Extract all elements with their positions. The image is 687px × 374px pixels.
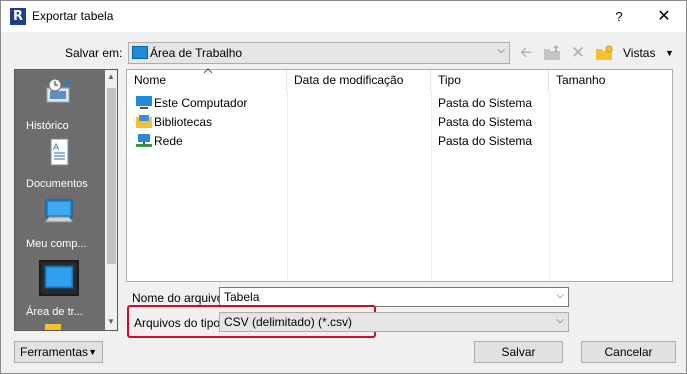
my-computer-icon bbox=[43, 199, 75, 223]
places-scrollbar[interactable]: ▲ ▼ bbox=[105, 70, 117, 330]
export-table-dialog: R Exportar tabela ? ✕ Salvar em: Área de… bbox=[0, 0, 687, 374]
views-menu-button[interactable]: Vistas bbox=[623, 46, 655, 60]
save-in-label: Salvar em: bbox=[65, 46, 123, 60]
file-row[interactable]: Rede Pasta do Sistema bbox=[127, 131, 672, 150]
file-type: Pasta do Sistema bbox=[438, 134, 533, 148]
dropdown-arrow-icon: ▼ bbox=[88, 347, 97, 357]
file-name-input[interactable]: Tabela ⌵ bbox=[219, 287, 569, 307]
file-name-label: Nome do arquivo: bbox=[132, 291, 227, 305]
cancel-button[interactable]: Cancelar bbox=[581, 341, 676, 363]
save-in-dropdown[interactable]: Área de Trabalho ⌵ bbox=[128, 42, 510, 64]
place-desktop[interactable]: Área de tr... bbox=[15, 258, 103, 330]
chevron-down-icon: ⌵ bbox=[497, 45, 505, 56]
column-header-name[interactable]: Nome bbox=[127, 68, 287, 91]
desktop-folder-icon bbox=[132, 46, 148, 59]
column-header-label: Tipo bbox=[438, 73, 461, 87]
column-header-label: Data de modificação bbox=[294, 73, 404, 87]
file-name: Rede bbox=[154, 134, 183, 148]
window-title: Exportar tabela bbox=[32, 9, 114, 23]
place-label: Área de tr... bbox=[26, 306, 83, 318]
file-type-dropdown[interactable]: CSV (delimitado) (*.csv) ⌵ bbox=[219, 312, 569, 332]
delete-icon[interactable]: ✕ bbox=[567, 42, 589, 64]
column-header-label: Nome bbox=[134, 73, 167, 87]
file-row[interactable]: Bibliotecas Pasta do Sistema bbox=[127, 112, 672, 131]
new-folder-icon[interactable] bbox=[593, 42, 615, 64]
tools-button[interactable]: Ferramentas ▼ bbox=[14, 341, 103, 363]
tools-label: Ferramentas bbox=[20, 345, 89, 359]
scrollbar-thumb[interactable] bbox=[107, 88, 116, 264]
history-icon bbox=[46, 78, 71, 103]
documents-icon: A bbox=[50, 138, 69, 166]
chevron-down-icon[interactable]: ⌵ bbox=[556, 290, 564, 301]
column-header-type[interactable]: Tipo bbox=[431, 70, 549, 91]
place-label: Meu comp... bbox=[26, 238, 87, 250]
file-row[interactable]: Este Computador Pasta do Sistema bbox=[127, 93, 672, 112]
scroll-up-icon[interactable]: ▲ bbox=[107, 72, 115, 81]
scroll-down-icon[interactable]: ▼ bbox=[107, 317, 115, 326]
views-dropdown-arrow-icon[interactable]: ▼ bbox=[665, 48, 674, 58]
places-bar: Histórico A Documentos Meu comp... Área … bbox=[14, 69, 118, 331]
file-name: Este Computador bbox=[154, 96, 248, 110]
save-button[interactable]: Salvar bbox=[474, 341, 563, 363]
chevron-down-icon: ⌵ bbox=[556, 315, 564, 326]
file-type: Pasta do Sistema bbox=[438, 115, 533, 129]
file-type-value: CSV (delimitado) (*.csv) bbox=[224, 315, 353, 329]
sort-ascending-icon bbox=[203, 68, 213, 74]
back-arrow-icon[interactable]: 🡨 bbox=[515, 42, 537, 64]
place-label: Histórico bbox=[26, 120, 69, 132]
libraries-icon bbox=[136, 115, 152, 128]
help-button[interactable]: ? bbox=[607, 6, 631, 28]
computer-icon bbox=[136, 96, 152, 109]
save-in-value: Área de Trabalho bbox=[150, 46, 243, 60]
place-documents[interactable]: A Documentos bbox=[15, 136, 103, 196]
svg-text:A: A bbox=[53, 143, 60, 153]
file-type: Pasta do Sistema bbox=[438, 96, 533, 110]
column-header-size[interactable]: Tamanho bbox=[549, 70, 671, 91]
column-header-modified[interactable]: Data de modificação bbox=[287, 70, 431, 91]
title-bar: R Exportar tabela ? ✕ bbox=[1, 1, 686, 32]
file-type-label: Arquivos do tipo: bbox=[134, 316, 224, 330]
revit-app-icon: R bbox=[10, 8, 26, 25]
desktop-icon bbox=[44, 265, 74, 289]
column-header-label: Tamanho bbox=[556, 73, 606, 87]
network-icon bbox=[136, 134, 152, 147]
next-place-icon bbox=[45, 324, 61, 330]
close-button[interactable]: ✕ bbox=[651, 6, 677, 28]
place-label: Documentos bbox=[26, 178, 88, 190]
file-name-value: Tabela bbox=[224, 290, 260, 304]
place-my-computer[interactable]: Meu comp... bbox=[15, 196, 103, 258]
file-list[interactable]: Nome Data de modificação Tipo Tamanho Es… bbox=[126, 68, 673, 282]
file-name: Bibliotecas bbox=[154, 115, 213, 129]
place-history[interactable]: Histórico bbox=[15, 74, 103, 136]
up-folder-icon[interactable] bbox=[541, 42, 563, 64]
